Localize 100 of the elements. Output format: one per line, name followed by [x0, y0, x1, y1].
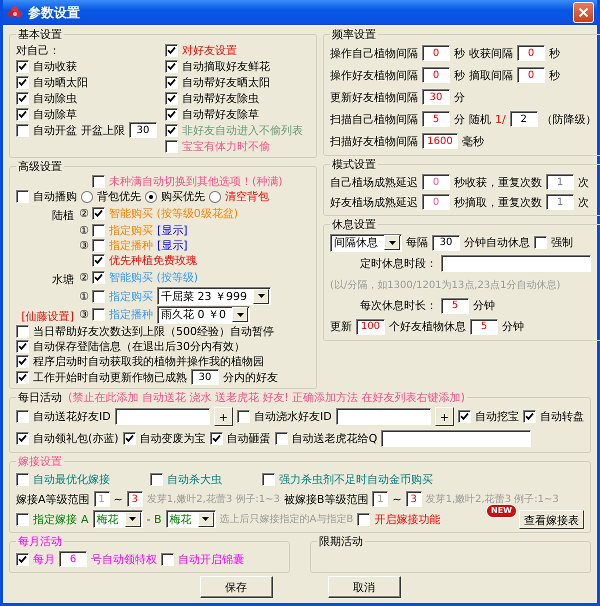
input-field[interactable]	[441, 255, 591, 272]
checkbox[interactable]	[92, 271, 105, 284]
input-field[interactable]: 3	[126, 491, 143, 507]
checkbox[interactable]	[237, 410, 250, 422]
checkbox[interactable]	[92, 308, 105, 321]
checkbox-label[interactable]: 开启嫁接功能	[374, 512, 440, 526]
radio-button[interactable]	[81, 190, 93, 202]
checkbox[interactable]	[165, 108, 178, 120]
input-field[interactable]: 0	[422, 174, 450, 190]
checkbox-label[interactable]: 程序启动时自动获取我的植物并操作我的植物园	[33, 354, 264, 369]
dropdown[interactable]: 梅花	[166, 510, 216, 528]
input-field[interactable]: 6	[59, 551, 87, 567]
checkbox-label[interactable]: 非好友自动进入不偷列表	[182, 122, 303, 138]
input-field[interactable]: 0	[422, 45, 450, 61]
checkbox[interactable]	[165, 92, 178, 104]
checkbox[interactable]	[274, 432, 288, 444]
input-field[interactable]: 0	[517, 67, 545, 83]
input-field[interactable]: 5	[422, 111, 450, 127]
checkbox[interactable]	[92, 239, 105, 252]
input-field[interactable]: 0	[517, 45, 545, 61]
checkbox[interactable]	[16, 325, 29, 338]
checkbox-label[interactable]: 自动保存登陆信息（在退出后30分内有效）	[33, 339, 245, 354]
checkbox-label[interactable]: 自动挖宝	[475, 408, 519, 424]
dropdown[interactable]: 千屈菜 23 ￥999	[157, 287, 271, 305]
checkbox[interactable]	[165, 44, 178, 56]
show-link[interactable]: [显示]	[157, 223, 188, 238]
checkbox[interactable]	[92, 254, 105, 267]
input-field[interactable]: 1600	[422, 133, 458, 149]
checkbox[interactable]	[161, 552, 174, 566]
checkbox-label[interactable]: 自动收获	[33, 58, 77, 74]
checkbox[interactable]	[16, 512, 29, 526]
input-field[interactable]	[114, 408, 210, 424]
input-field[interactable]	[336, 408, 431, 424]
input-field[interactable]: 3	[406, 491, 422, 507]
checkbox[interactable]	[357, 512, 370, 526]
checkbox[interactable]	[16, 410, 29, 422]
input-field[interactable]: 2	[510, 111, 538, 127]
input-field[interactable]: 30	[129, 122, 157, 138]
checkbox[interactable]	[534, 236, 547, 249]
checkbox[interactable]	[92, 224, 105, 237]
cancel-button[interactable]: 取消	[328, 576, 400, 598]
dropdown[interactable]: 雨久花 0 ￥0	[157, 306, 250, 324]
checkbox-label[interactable]: 当日帮助好友次数达到上限（500经验）自动暂停	[33, 324, 274, 339]
checkbox[interactable]	[165, 76, 178, 88]
checkbox-label[interactable]: 强制	[551, 235, 573, 250]
input-field[interactable]: 1	[372, 491, 388, 507]
input-field[interactable]: 30	[432, 234, 460, 250]
checkbox[interactable]	[16, 60, 29, 72]
add-button[interactable]: +	[214, 406, 233, 426]
checkbox-label[interactable]: 自动晒太阳	[33, 74, 88, 90]
checkbox[interactable]	[16, 340, 29, 353]
checkbox-label[interactable]: 优先种植免费玫瑰	[109, 253, 197, 268]
input-field[interactable]: 30	[191, 369, 219, 385]
checkbox[interactable]	[150, 472, 163, 486]
checkbox[interactable]	[16, 552, 29, 566]
save-button[interactable]: 保存	[200, 576, 272, 598]
checkbox[interactable]	[165, 140, 178, 152]
checkbox-label[interactable]: 自动帮好友除虫	[182, 90, 259, 106]
radio-button[interactable]	[145, 190, 157, 202]
radio-label[interactable]: 购买优先	[161, 189, 205, 204]
checkbox-label[interactable]: 自动帮好友除草	[182, 106, 259, 122]
checkbox-label[interactable]: 自动帮好友晒太阳	[182, 74, 270, 90]
checkbox[interactable]	[92, 290, 105, 302]
checkbox-label[interactable]: 工作开始时自动更新作物已成熟	[33, 370, 187, 384]
checkbox[interactable]	[523, 410, 536, 422]
checkbox[interactable]	[16, 76, 29, 88]
checkbox-label[interactable]: 自动最优化嫁接	[33, 472, 110, 486]
dropdown[interactable]: 间隔休息	[330, 234, 402, 252]
radio-button[interactable]	[209, 190, 221, 202]
checkbox-label[interactable]: 对好友设置	[182, 42, 237, 58]
input-field[interactable]: 1	[546, 174, 574, 190]
input-field[interactable]: 0	[422, 194, 450, 210]
checkbox[interactable]	[262, 472, 275, 486]
input-field[interactable]: 1	[546, 194, 574, 210]
checkbox[interactable]	[458, 410, 471, 422]
checkbox-label[interactable]: 自动除虫	[33, 90, 77, 106]
checkbox-label[interactable]: 指定嫁接	[33, 512, 77, 526]
checkbox-label[interactable]: 自动除草	[33, 106, 77, 122]
checkbox[interactable]	[16, 190, 29, 203]
checkbox-label[interactable]: 自动砸蛋	[226, 430, 271, 446]
checkbox-label[interactable]: 自动送花好友ID	[33, 408, 111, 424]
radio-label[interactable]: 清空背包	[225, 189, 269, 204]
checkbox-label[interactable]: 自动变废为宝	[140, 430, 206, 446]
checkbox[interactable]	[165, 60, 178, 72]
add-button[interactable]: +	[434, 406, 454, 426]
close-button[interactable]	[573, 2, 594, 23]
checkbox[interactable]	[210, 432, 223, 444]
checkbox-label[interactable]: 自动领礼包(亦蓝)	[33, 430, 119, 446]
checkbox-label[interactable]: 自动浇水好友ID	[254, 408, 332, 424]
input-field[interactable]: 1	[94, 491, 110, 507]
checkbox-label[interactable]: 自动杀大虫	[167, 472, 222, 486]
dropdown[interactable]: 梅花	[92, 510, 143, 528]
input-field[interactable]: 5	[470, 318, 498, 334]
input-field[interactable]: 30	[422, 89, 450, 105]
input-field[interactable]: 100	[356, 318, 385, 334]
checkbox-label[interactable]: 自动转盘	[540, 408, 584, 424]
checkbox[interactable]	[122, 432, 136, 444]
input-field[interactable]: 0	[422, 67, 450, 83]
checkbox[interactable]	[16, 432, 29, 444]
checkbox[interactable]	[92, 175, 105, 188]
